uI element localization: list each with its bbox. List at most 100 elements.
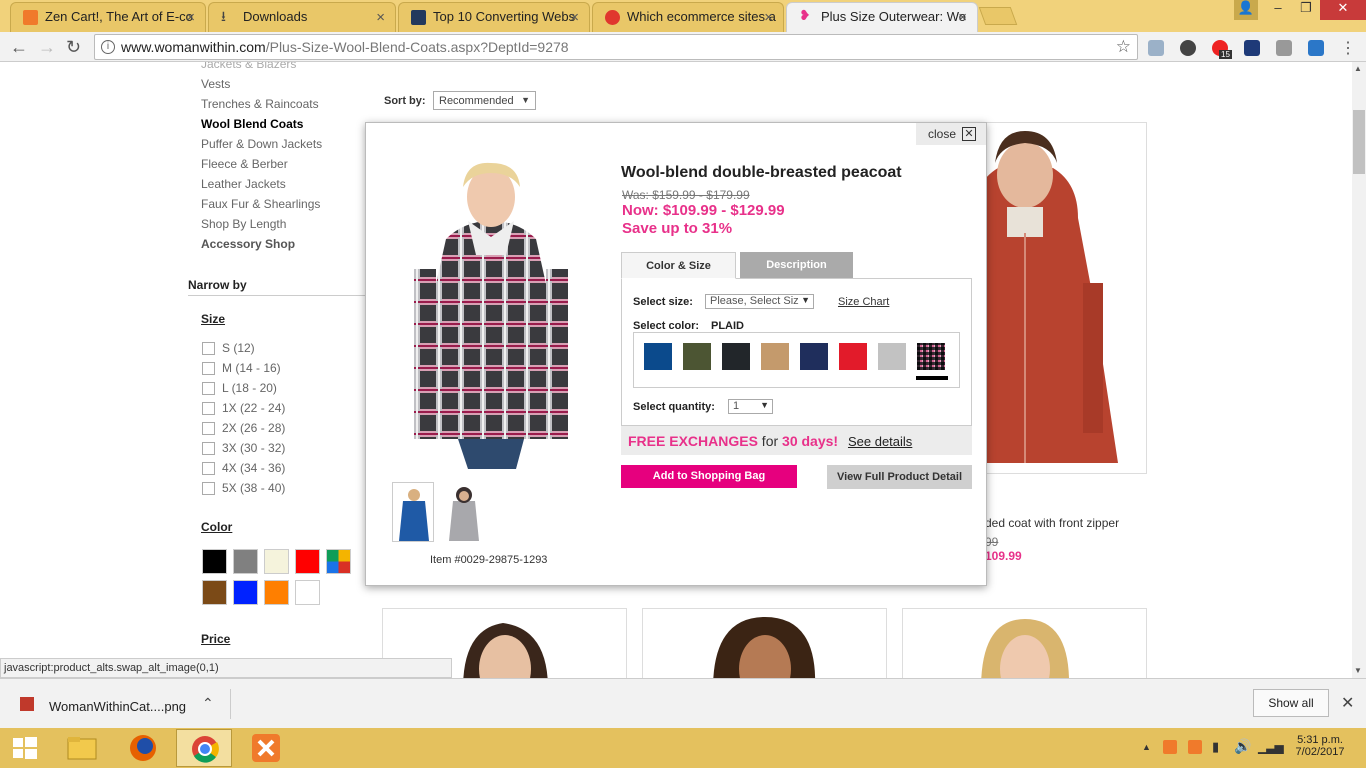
size-option[interactable]: 1X (22 - 24) (202, 401, 285, 416)
checkbox[interactable] (202, 422, 215, 436)
scrollbar-thumb[interactable] (1353, 110, 1365, 174)
sidebar-link-jackets[interactable]: Jackets & Blazers (201, 62, 296, 71)
checkbox[interactable] (202, 442, 215, 456)
size-option[interactable]: L (18 - 20) (202, 381, 277, 396)
checkbox[interactable] (202, 402, 215, 416)
firefox-icon[interactable] (115, 729, 171, 767)
chevron-up-icon[interactable]: ⌃ (202, 695, 214, 712)
restore-button[interactable]: ❐ (1292, 0, 1320, 20)
swatch-blue[interactable] (644, 343, 672, 370)
network-icon[interactable]: ▁▃▅ (1258, 740, 1284, 754)
sidebar-link-leather[interactable]: Leather Jackets (201, 177, 286, 191)
download-ext-icon[interactable] (1148, 40, 1164, 56)
download-filename[interactable]: WomanWithinCat....png (49, 699, 186, 714)
swatch-camel[interactable] (761, 343, 789, 370)
quantity-select[interactable]: 1 ▼ (728, 399, 773, 414)
swatch-heather-gray[interactable] (878, 343, 906, 370)
new-tab-button[interactable] (978, 7, 1018, 25)
close-window-button[interactable]: ✕ (1320, 0, 1366, 20)
bookmark-star-icon[interactable]: ☆ (1116, 37, 1131, 57)
tab-description[interactable]: Description (740, 252, 853, 279)
checkbox[interactable] (202, 482, 215, 496)
color-swatch-red[interactable] (295, 549, 320, 574)
color-swatch-black[interactable] (202, 549, 227, 574)
ext-icon[interactable] (1180, 40, 1196, 56)
product-thumbnail[interactable] (442, 482, 484, 542)
size-option[interactable]: 3X (30 - 32) (202, 441, 285, 456)
size-option[interactable]: 2X (26 - 28) (202, 421, 285, 436)
clock[interactable]: 5:31 p.m. 7/02/2017 (1294, 734, 1346, 758)
size-option[interactable]: M (14 - 16) (202, 361, 281, 376)
product-card[interactable] (642, 608, 887, 678)
show-all-button[interactable]: Show all (1253, 689, 1329, 717)
camera-ext-icon[interactable] (1276, 40, 1292, 56)
back-icon[interactable]: ← (10, 37, 28, 58)
battery-icon[interactable]: ▮ (1212, 739, 1219, 755)
color-swatch-blue[interactable] (233, 580, 258, 605)
size-option[interactable]: 5X (38 - 40) (202, 481, 285, 496)
size-chart-link[interactable]: Size Chart (838, 296, 889, 308)
close-tab-icon[interactable]: × (958, 9, 967, 26)
sidebar-link-length[interactable]: Shop By Length (201, 217, 286, 231)
size-option[interactable]: S (12) (202, 341, 255, 356)
close-tab-icon[interactable]: × (570, 9, 579, 26)
file-explorer-icon[interactable] (54, 729, 110, 767)
add-to-bag-button[interactable]: Add to Shopping Bag (621, 465, 797, 488)
address-bar[interactable]: i www.womanwithin.com/Plus-Size-Wool-Ble… (94, 34, 1138, 60)
swatch-olive[interactable] (683, 343, 711, 370)
sort-select[interactable]: Recommended ▼ (433, 91, 536, 110)
menu-icon[interactable]: ⋮ (1340, 38, 1356, 58)
product-thumbnail[interactable] (392, 482, 434, 542)
color-swatch-orange[interactable] (264, 580, 289, 605)
xampp-tray-icon[interactable] (1188, 740, 1202, 754)
product-card[interactable] (902, 608, 1147, 678)
sidebar-link-fleece[interactable]: Fleece & Berber (201, 157, 288, 171)
analytics-ext-icon[interactable] (1244, 40, 1260, 56)
color-swatch-brown[interactable] (202, 580, 227, 605)
tab-which-ecommerce[interactable]: Which ecommerce sites a × (592, 2, 784, 32)
close-tab-icon[interactable]: × (376, 9, 385, 26)
close-icon[interactable]: ✕ (962, 127, 976, 141)
chrome-icon[interactable] (176, 729, 232, 767)
color-swatch-multi[interactable] (326, 549, 351, 574)
minimize-button[interactable]: – (1264, 0, 1292, 20)
sidebar-link-vests[interactable]: Vests (201, 77, 230, 91)
tray-expand-icon[interactable]: ▲ (1142, 742, 1151, 752)
tab-zen-cart[interactable]: Zen Cart!, The Art of E-co × (10, 2, 206, 32)
view-full-details-button[interactable]: View Full Product Detail (827, 465, 972, 489)
color-filter-heading[interactable]: Color (201, 520, 232, 534)
product-image-model[interactable] (903, 609, 1147, 678)
checkbox[interactable] (202, 342, 215, 356)
checkbox[interactable] (202, 362, 215, 376)
swatch-red[interactable] (839, 343, 867, 370)
color-swatch-gray[interactable] (233, 549, 258, 574)
xampp-icon[interactable] (238, 729, 294, 767)
volume-icon[interactable]: 🔊 (1234, 738, 1251, 755)
ext-icon[interactable] (1308, 40, 1324, 56)
tab-plus-size[interactable]: ❥ Plus Size Outerwear: Wo × (786, 2, 978, 32)
close-icon[interactable]: ✕ (1341, 693, 1354, 713)
sidebar-link-faux-fur[interactable]: Faux Fur & Shearlings (201, 197, 320, 211)
tab-color-size[interactable]: Color & Size (621, 252, 736, 279)
tab-downloads[interactable]: ⭳ Downloads × (208, 2, 396, 32)
checkbox[interactable] (202, 382, 215, 396)
color-swatch-white[interactable] (295, 580, 320, 605)
close-button[interactable]: close ✕ (916, 123, 986, 145)
swatch-navy[interactable] (800, 343, 828, 370)
color-swatch-cream[interactable] (264, 549, 289, 574)
product-image-model[interactable] (643, 609, 887, 678)
forward-icon[interactable]: → (38, 37, 56, 58)
product-title-partial[interactable]: ded coat with front zipper (985, 516, 1119, 530)
sidebar-link-wool-blend[interactable]: Wool Blend Coats (201, 117, 303, 131)
close-tab-icon[interactable]: × (186, 9, 195, 26)
product-main-image[interactable] (406, 159, 576, 471)
start-button[interactable] (0, 729, 50, 767)
info-icon[interactable]: i (101, 40, 115, 54)
scroll-down-icon[interactable]: ▼ (1354, 666, 1362, 675)
reload-icon[interactable]: ↻ (66, 37, 81, 58)
profile-icon[interactable]: 👤 (1234, 0, 1258, 20)
scroll-up-icon[interactable]: ▲ (1354, 64, 1362, 73)
size-option[interactable]: 4X (34 - 36) (202, 461, 285, 476)
price-filter-heading[interactable]: Price (201, 632, 230, 646)
close-tab-icon[interactable]: × (764, 9, 773, 26)
